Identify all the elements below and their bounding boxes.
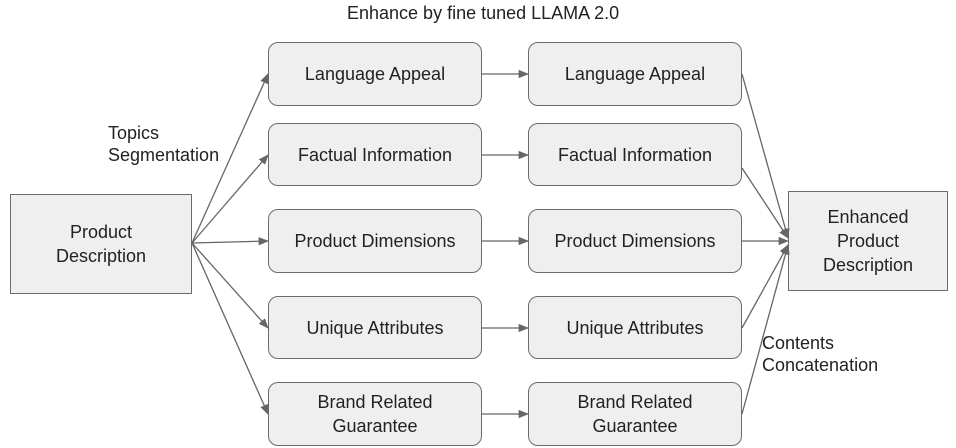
enhanced-box-language-appeal: Language Appeal: [528, 42, 742, 106]
topic-box-label: Factual Information: [297, 144, 453, 165]
topic-box-brand-related-guarantee: Brand Related Guarantee: [268, 382, 482, 446]
input-box-label: Product Description: [55, 222, 147, 266]
topic-box-unique-attributes: Unique Attributes: [268, 296, 482, 359]
arrow-concat-5: [741, 243, 790, 415]
output-box-enhanced-product-description: Enhanced Product Description: [788, 191, 948, 291]
enhanced-box-label: Brand Related Guarantee: [577, 392, 693, 436]
arrow-concat-4: [741, 244, 789, 329]
topic-box-factual-information: Factual Information: [268, 123, 482, 186]
edge-label-topics-segmentation: Topics Segmentation: [108, 123, 220, 165]
enhanced-box-factual-information: Factual Information: [528, 123, 742, 186]
arrow-segment-5: [191, 242, 269, 415]
enhanced-box-label: Language Appeal: [564, 64, 706, 84]
diagram-title: Enhance by fine tuned LLAMA 2.0: [347, 3, 620, 23]
enhanced-box-label: Product Dimensions: [554, 231, 716, 251]
arrow-segment-3: [191, 237, 270, 246]
enhanced-box-brand-related-guarantee: Brand Related Guarantee: [528, 382, 742, 446]
enhanced-box-label: Unique Attributes: [566, 317, 704, 338]
arrow-segment-4: [191, 242, 269, 329]
arrow-concat-2: [741, 167, 789, 239]
input-box-product-description: Product Description: [10, 194, 192, 294]
enhanced-box-label: Factual Information: [557, 144, 713, 165]
topic-box-product-dimensions: Product Dimensions: [268, 209, 482, 273]
enhanced-box-unique-attributes: Unique Attributes: [528, 296, 742, 359]
arrow-concat-1: [741, 73, 790, 240]
topic-box-label: Language Appeal: [304, 64, 446, 84]
output-box-label: Enhanced Product Description: [822, 207, 914, 275]
topic-box-label: Brand Related Guarantee: [317, 392, 433, 436]
topic-box-label: Product Dimensions: [294, 231, 456, 251]
topic-box-label: Unique Attributes: [306, 317, 444, 338]
topic-box-language-appeal: Language Appeal: [268, 42, 482, 106]
enhanced-box-product-dimensions: Product Dimensions: [528, 209, 742, 273]
diagram: Enhance by fine tuned LLAMA 2.0 Product …: [0, 0, 956, 448]
arrow-segment-2: [191, 154, 269, 244]
edge-label-contents-concatenation: Contents Concatenation: [762, 333, 879, 375]
